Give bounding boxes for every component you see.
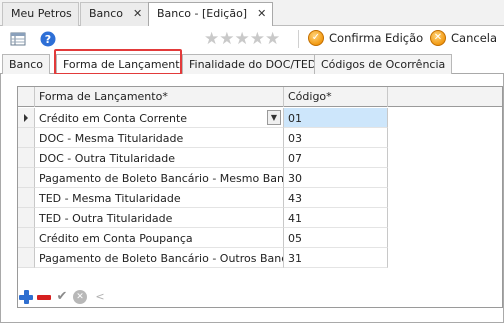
forma-cell-editor[interactable]: Crédito em Conta Corrente ▼ bbox=[35, 108, 284, 128]
tab-codigos-de-ocorrencia[interactable]: Códigos de Ocorrência bbox=[314, 54, 453, 74]
confirm-edit-button[interactable]: ✓ Confirma Edição bbox=[308, 30, 423, 46]
doc-tab-label: Banco - [Edição] bbox=[157, 7, 248, 20]
svg-text:?: ? bbox=[45, 33, 51, 46]
tab-banco[interactable]: Banco bbox=[2, 54, 51, 74]
cancel-label: Cancela bbox=[451, 31, 498, 45]
codigo-cell[interactable]: 31 bbox=[284, 248, 388, 268]
forma-cell[interactable]: DOC - Outra Titularidade bbox=[35, 148, 284, 168]
grid-view-icon[interactable] bbox=[10, 31, 26, 47]
row-indicator bbox=[18, 228, 35, 248]
document-tab-bar: Meu Petros Banco ✕ Banco - [Edição] ✕ bbox=[0, 0, 504, 27]
tab-finalidade-doc-ted[interactable]: Finalidade do DOC/TED bbox=[182, 54, 324, 74]
close-icon[interactable]: ✕ bbox=[257, 7, 266, 20]
table-row[interactable]: Pagamento de Boleto Bancário - Mesmo Ban… bbox=[18, 168, 502, 188]
doc-tab-meu-petros[interactable]: Meu Petros bbox=[2, 2, 79, 26]
tab-label: Banco bbox=[9, 58, 44, 71]
row-indicator bbox=[18, 148, 35, 168]
cancel-icon: ✕ bbox=[430, 30, 446, 46]
forma-cell[interactable]: DOC - Mesma Titularidade bbox=[35, 128, 284, 148]
current-row-arrow-icon bbox=[24, 114, 28, 122]
row-indicator bbox=[18, 128, 35, 148]
tab-content-panel: Forma de Lançamento* Código* Crédito em … bbox=[0, 74, 504, 323]
chevron-down-icon[interactable]: ▼ bbox=[267, 110, 281, 125]
forma-cell[interactable]: TED - Mesma Titularidade bbox=[35, 188, 284, 208]
codigo-cell[interactable]: 30 bbox=[284, 168, 388, 188]
checkmark-icon[interactable]: ✔ bbox=[55, 290, 69, 304]
cancel-button[interactable]: ✕ Cancela bbox=[430, 30, 497, 46]
toolbar-separator bbox=[298, 30, 299, 48]
tab-forma-de-lancamento[interactable]: Forma de Lançamento bbox=[56, 54, 194, 75]
tab-label: Códigos de Ocorrência bbox=[321, 58, 446, 71]
rating-stars[interactable]: ★★★★★ bbox=[204, 29, 280, 49]
table-row[interactable]: Crédito em Conta Corrente ▼ 01 bbox=[18, 108, 502, 128]
section-tab-bar: Banco Forma de Lançamento Finalidade do … bbox=[0, 52, 504, 75]
cancel-edit-icon[interactable]: ✕ bbox=[73, 290, 87, 304]
table-row[interactable]: DOC - Outra Titularidade 07 bbox=[18, 148, 502, 168]
grid-navigator: ✔ ✕ < bbox=[19, 288, 111, 306]
confirm-edit-label: Confirma Edição bbox=[329, 31, 424, 45]
grid-header: Forma de Lançamento* Código* bbox=[18, 87, 502, 107]
help-icon[interactable]: ? bbox=[40, 31, 56, 47]
codigo-cell[interactable]: 03 bbox=[284, 128, 388, 148]
remove-row-icon[interactable] bbox=[37, 290, 51, 304]
doc-tab-label: Meu Petros bbox=[11, 7, 72, 20]
forma-cell[interactable]: Pagamento de Boleto Bancário - Outros Ba… bbox=[35, 248, 284, 268]
add-row-icon[interactable] bbox=[19, 290, 33, 304]
row-indicator bbox=[18, 188, 35, 208]
close-icon[interactable]: ✕ bbox=[133, 7, 142, 20]
row-indicator bbox=[18, 248, 35, 268]
row-indicator-header bbox=[18, 87, 35, 107]
codigo-cell[interactable]: 01 bbox=[284, 108, 388, 128]
row-indicator bbox=[18, 168, 35, 188]
table-row[interactable]: Crédito em Conta Poupança 05 bbox=[18, 228, 502, 248]
table-row[interactable]: TED - Outra Titularidade 41 bbox=[18, 208, 502, 228]
doc-tab-banco-edicao[interactable]: Banco - [Edição] ✕ bbox=[148, 2, 274, 27]
codigo-cell[interactable]: 43 bbox=[284, 188, 388, 208]
codigo-cell[interactable]: 41 bbox=[284, 208, 388, 228]
table-row[interactable]: TED - Mesma Titularidade 43 bbox=[18, 188, 502, 208]
codigo-cell[interactable]: 07 bbox=[284, 148, 388, 168]
doc-tab-banco[interactable]: Banco ✕ bbox=[80, 2, 150, 26]
chevron-left-icon[interactable]: < bbox=[93, 290, 107, 304]
forma-cell[interactable]: Pagamento de Boleto Bancário - Mesmo Ban… bbox=[35, 168, 284, 188]
forma-cell[interactable]: Crédito em Conta Poupança bbox=[35, 228, 284, 248]
forma-cell[interactable]: TED - Outra Titularidade bbox=[35, 208, 284, 228]
tab-label: Forma de Lançamento bbox=[63, 58, 187, 71]
row-indicator bbox=[18, 208, 35, 228]
column-header-codigo[interactable]: Código* bbox=[284, 87, 388, 107]
table-row[interactable]: DOC - Mesma Titularidade 03 bbox=[18, 128, 502, 148]
codigo-cell[interactable]: 05 bbox=[284, 228, 388, 248]
forma-lancamento-grid: Forma de Lançamento* Código* Crédito em … bbox=[17, 86, 503, 308]
toolbar: ? ★★★★★ ✓ Confirma Edição ✕ Cancela bbox=[0, 26, 504, 52]
confirm-icon: ✓ bbox=[308, 30, 324, 46]
forma-value: Crédito em Conta Corrente bbox=[39, 112, 188, 125]
row-indicator bbox=[18, 108, 35, 128]
table-row[interactable]: Pagamento de Boleto Bancário - Outros Ba… bbox=[18, 248, 502, 268]
column-header-forma[interactable]: Forma de Lançamento* bbox=[35, 87, 284, 107]
tab-label: Finalidade do DOC/TED bbox=[189, 58, 317, 71]
doc-tab-label: Banco bbox=[89, 7, 124, 20]
